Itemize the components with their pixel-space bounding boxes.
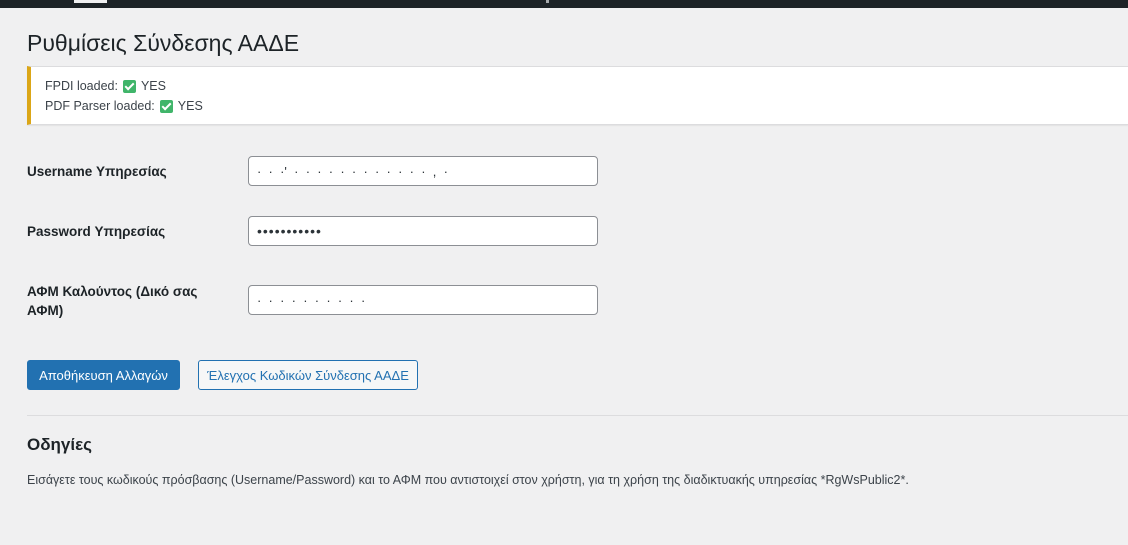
fpdi-label: FPDI loaded: xyxy=(45,79,118,93)
check-icon xyxy=(159,99,173,113)
check-icon xyxy=(122,79,136,93)
check-credentials-button[interactable]: Έλεγχος Κωδικών Σύνδεσης ΑΑΔΕ xyxy=(198,360,418,390)
password-label: Password Υπηρεσίας xyxy=(27,224,166,239)
section-divider xyxy=(27,415,1128,416)
save-changes-button[interactable]: Αποθήκευση Αλλαγών xyxy=(27,360,180,390)
pdf-parser-value: YES xyxy=(177,99,203,113)
username-input[interactable] xyxy=(248,156,598,186)
afm-input[interactable] xyxy=(248,285,598,315)
admin-bar-tab[interactable] xyxy=(74,0,107,3)
fpdi-value: YES xyxy=(140,79,166,93)
instructions-heading: Οδηγίες xyxy=(27,435,93,454)
admin-bar xyxy=(0,0,1128,8)
admin-bar-indicator xyxy=(546,0,549,3)
password-input[interactable] xyxy=(248,216,598,246)
instructions-text: Εισάγετε τους κωδικούς πρόσβασης (Userna… xyxy=(27,473,909,487)
pdf-parser-status: PDF Parser loaded: YES xyxy=(45,99,203,113)
pdf-parser-label: PDF Parser loaded: xyxy=(45,99,155,113)
page-title: Ρυθμίσεις Σύνδεσης ΑΑΔΕ xyxy=(27,30,300,56)
status-notice: FPDI loaded: YES PDF Parser loaded: YES xyxy=(27,66,1128,125)
username-label: Username Υπηρεσίας xyxy=(27,164,167,179)
afm-label: ΑΦΜ Καλούντος (Δικό σας ΑΦΜ) xyxy=(27,284,198,318)
fpdi-status: FPDI loaded: YES xyxy=(45,79,166,93)
